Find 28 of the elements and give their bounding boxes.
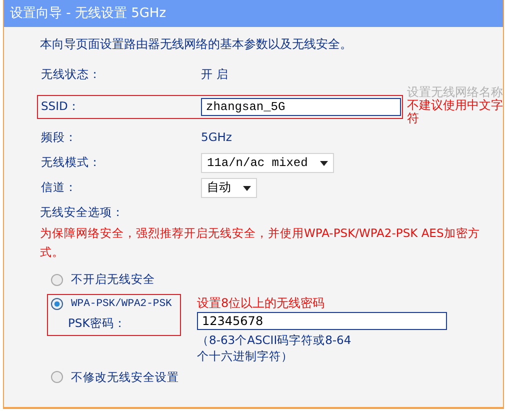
password-help: （8-63个ASCII码字符或8-64个十六进制字符） bbox=[197, 332, 352, 364]
intro-text: 本向导页面设置路由器无线网络的基本参数以及无线安全。 bbox=[40, 36, 353, 53]
field-label: 信道： bbox=[41, 179, 78, 196]
field-value: 开 启 bbox=[201, 66, 229, 84]
dropdown[interactable]: 自动 bbox=[201, 178, 257, 198]
hint-text: 设置无线网络名称 bbox=[407, 86, 503, 99]
radio-button[interactable] bbox=[51, 274, 63, 286]
caret-icon bbox=[320, 160, 328, 166]
dropdown[interactable]: 11a/n/ac mixed bbox=[201, 153, 334, 173]
caret-icon bbox=[243, 186, 251, 190]
field-label: SSID： bbox=[41, 98, 81, 115]
password-note: 设置8位以上的无线密码 bbox=[197, 294, 326, 312]
radio-button[interactable] bbox=[51, 371, 63, 384]
radio-button[interactable] bbox=[51, 298, 63, 310]
field-value: 5GHz bbox=[201, 129, 232, 146]
warning-text: 为保障网络安全，强烈推荐开启无线安全，并使用WPA-PSK/WPA2-PSK AES加密方式。 bbox=[40, 225, 480, 262]
password-label: PSK密码： bbox=[67, 315, 127, 332]
field-label: 频段： bbox=[41, 129, 78, 146]
option-label: WPA-PSK/WPA2-PSK bbox=[71, 296, 172, 312]
ssid-input[interactable]: zhangsan_5G bbox=[201, 98, 401, 116]
window-title: 设置向导 - 无线设置 5GHz bbox=[10, 4, 166, 23]
field-label: 无线模式： bbox=[41, 154, 102, 172]
option-label: 不修改无线安全设置 bbox=[71, 368, 179, 386]
option-label: 不开启无线安全 bbox=[71, 271, 155, 288]
section-label: 无线安全选项： bbox=[40, 204, 125, 221]
field-label: 无线状态： bbox=[41, 66, 102, 84]
password-input[interactable]: 12345678 bbox=[197, 312, 447, 330]
note-text: 不建议使用中文字符 bbox=[407, 99, 503, 125]
